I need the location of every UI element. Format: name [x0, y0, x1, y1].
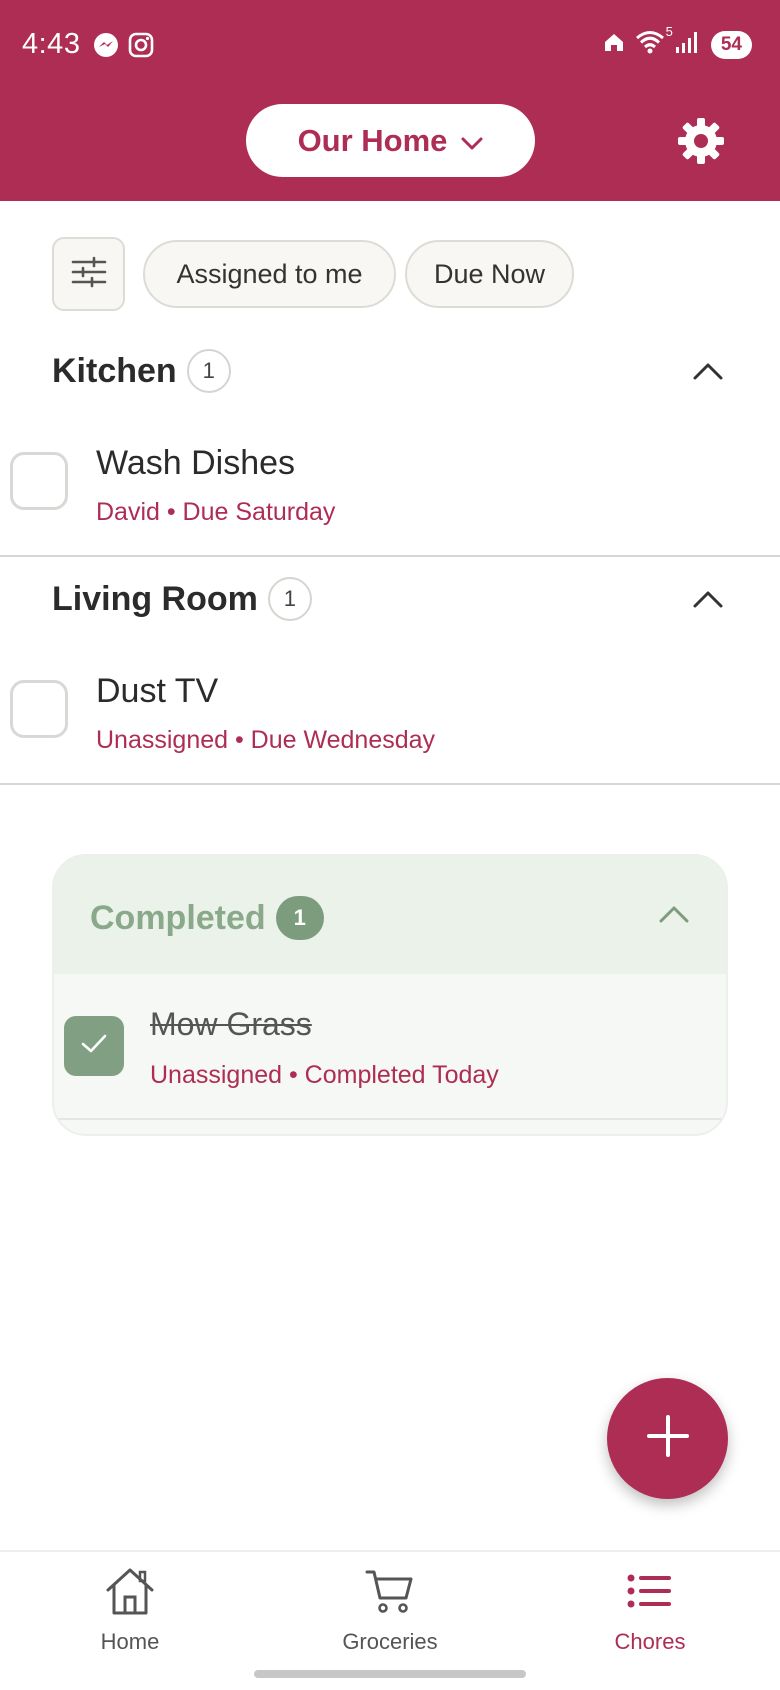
chore-checkbox[interactable]: [10, 680, 68, 738]
bottom-navigation: Home Groceries Chores: [0, 1550, 780, 1690]
completed-header[interactable]: Completed 1: [54, 856, 726, 974]
nav-home-label: Home: [100, 1629, 160, 1654]
wifi-label: 5: [665, 24, 673, 39]
completed-item-meta: Unassigned • Completed Today: [150, 1061, 499, 1089]
nav-chores[interactable]: Chores: [570, 1566, 730, 1655]
section-count-badge: 1: [186, 349, 231, 393]
home-status-icon: [603, 31, 625, 58]
wifi-icon: 5: [635, 24, 673, 59]
chore-row-dust-tv[interactable]: Dust TV Unassigned • Due Wednesday: [0, 658, 780, 783]
completed-count-badge: 1: [275, 896, 324, 940]
chore-title: Dust TV: [96, 672, 219, 710]
completed-section: Completed 1 Mow Grass Unassigned • Compl…: [52, 854, 728, 1136]
plus-icon: [646, 1414, 690, 1463]
completed-divider: [54, 1118, 726, 1120]
section-count-badge: 1: [267, 577, 312, 621]
completed-checkbox[interactable]: [64, 1016, 124, 1076]
chore-meta: Unassigned • Due Wednesday: [96, 726, 436, 754]
nav-groceries-label: Groceries: [342, 1629, 438, 1654]
sliders-icon: [70, 256, 108, 293]
nav-chores-label: Chores: [614, 1629, 686, 1654]
home-icon: [103, 1566, 157, 1621]
chevron-down-icon: [461, 123, 483, 159]
due-now-chip[interactable]: Due Now: [405, 240, 574, 308]
chore-meta: David • Due Saturday: [96, 498, 336, 526]
completed-item-title: Mow Grass: [150, 1006, 312, 1042]
app-header: 4:43 5 54 Our Home: [0, 0, 780, 201]
chore-checkbox[interactable]: [10, 452, 68, 510]
shopping-cart-icon: [363, 1566, 417, 1621]
chore-row-wash-dishes[interactable]: Wash Dishes David • Due Saturday: [0, 430, 780, 555]
chevron-up-icon[interactable]: [692, 589, 724, 609]
checkmark-icon: [80, 1033, 108, 1060]
section-header-living-room[interactable]: Living Room 1: [52, 577, 312, 621]
settings-gear-icon[interactable]: [676, 116, 726, 166]
messenger-icon: [93, 32, 119, 63]
chore-title: Wash Dishes: [96, 444, 296, 482]
section-divider: [0, 783, 780, 785]
section-title: Living Room: [52, 579, 258, 618]
add-chore-button[interactable]: [607, 1378, 728, 1499]
home-selector-label: Our Home: [297, 122, 448, 158]
status-time: 4:43: [22, 28, 81, 60]
completed-title: Completed: [90, 898, 266, 937]
section-divider: [0, 555, 780, 557]
status-bar: 4:43 5 54: [0, 0, 780, 92]
instagram-icon: [128, 32, 154, 63]
section-title: Kitchen: [52, 351, 177, 390]
list-icon: [623, 1566, 677, 1621]
chevron-up-icon[interactable]: [658, 904, 690, 929]
gesture-bar: [254, 1670, 526, 1678]
filter-options-button[interactable]: [52, 237, 125, 311]
home-selector[interactable]: Our Home: [246, 104, 535, 177]
section-header-kitchen[interactable]: Kitchen 1: [52, 349, 231, 393]
nav-groceries[interactable]: Groceries: [310, 1566, 470, 1655]
signal-icon: [675, 30, 701, 59]
nav-home[interactable]: Home: [50, 1566, 210, 1655]
assigned-to-me-chip[interactable]: Assigned to me: [143, 240, 396, 308]
chevron-up-icon[interactable]: [692, 361, 724, 381]
battery-indicator: 54: [710, 30, 752, 59]
